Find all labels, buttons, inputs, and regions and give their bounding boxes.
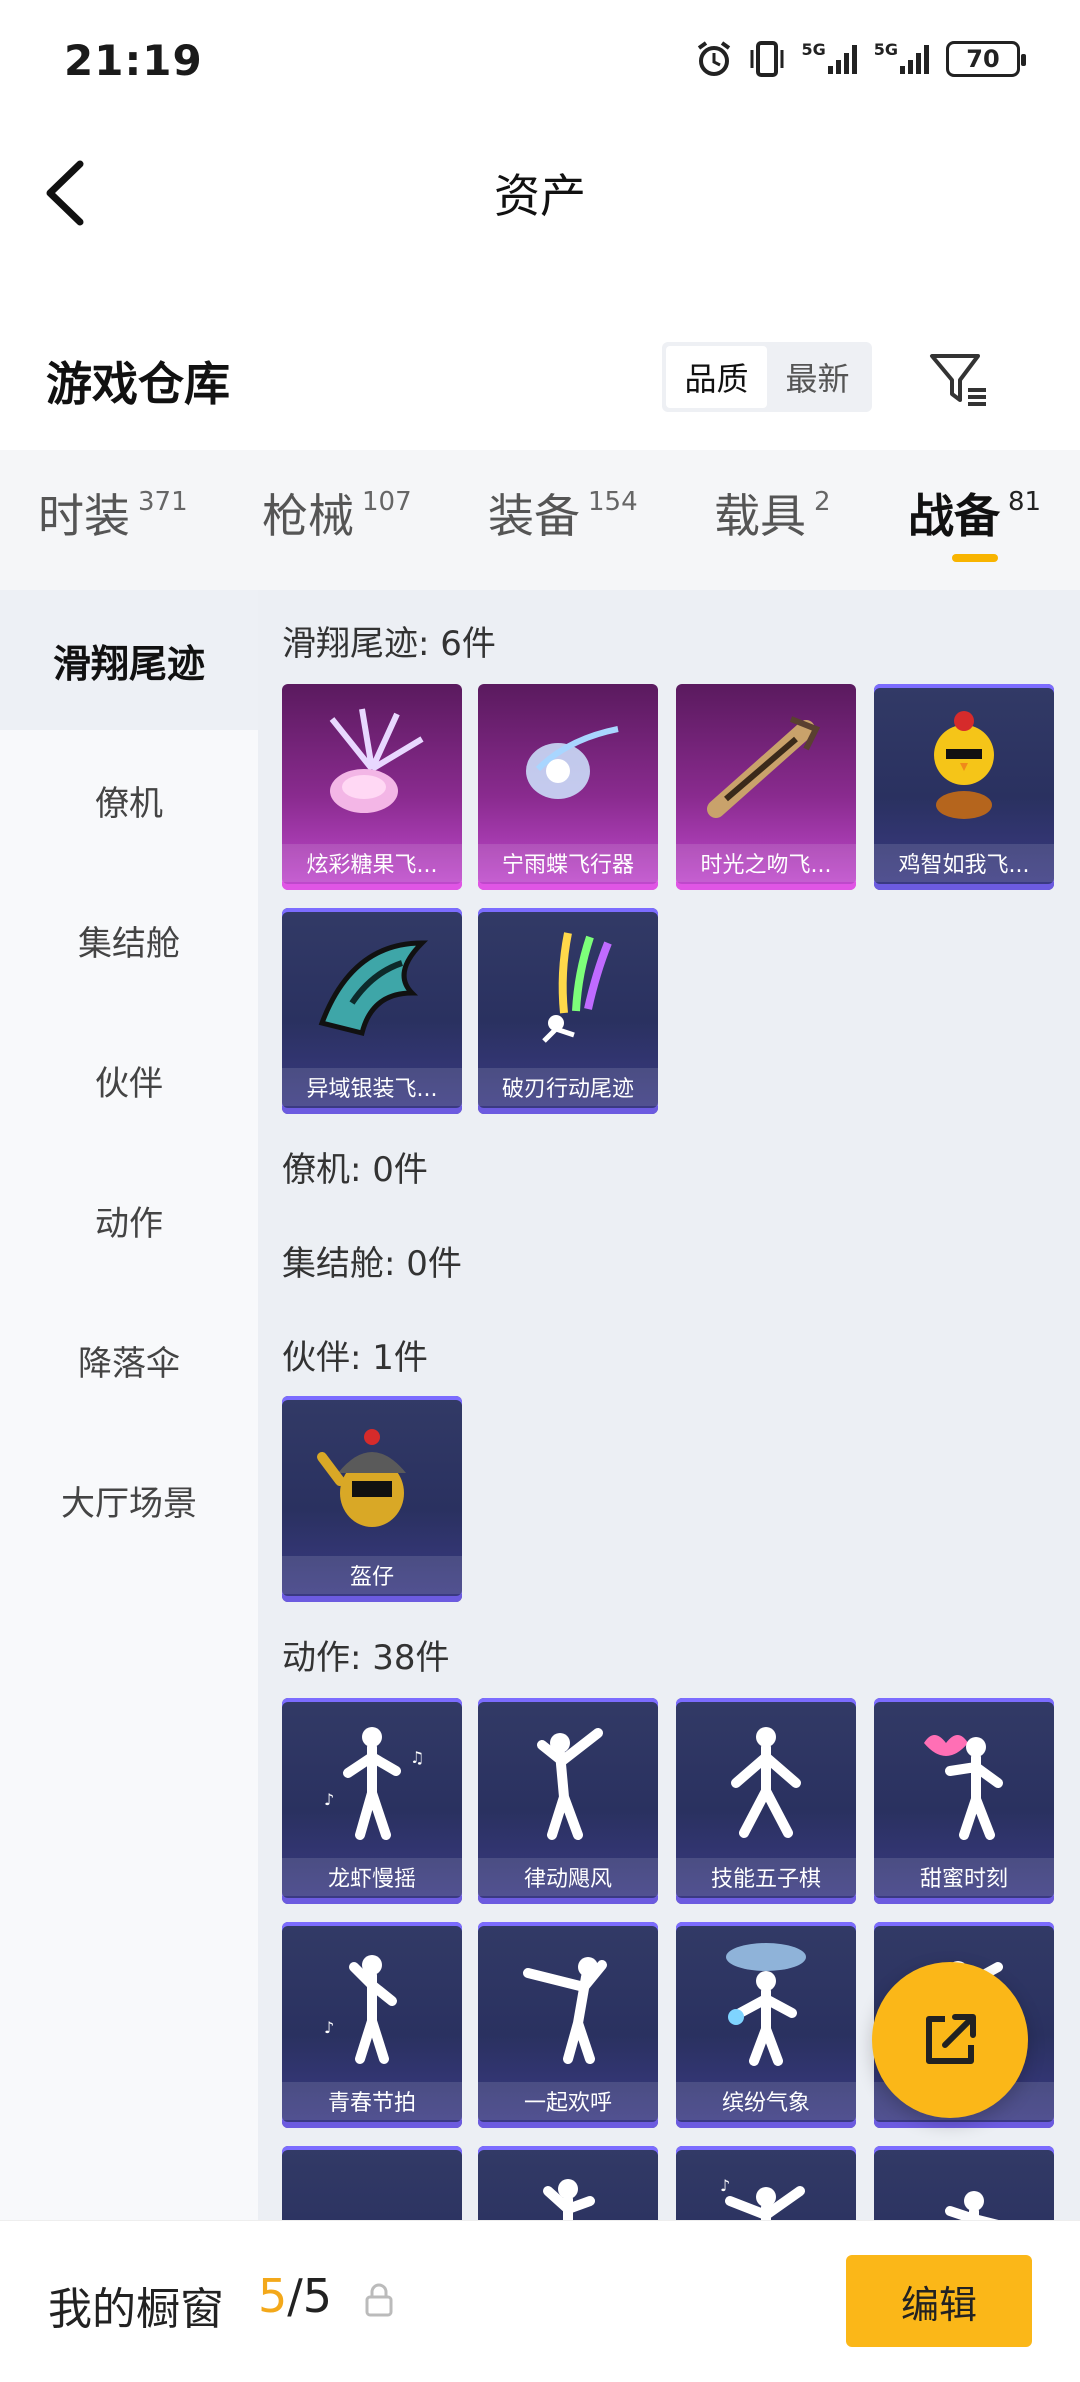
lock-icon <box>364 2283 394 2317</box>
item-card[interactable]: 破刃行动尾迹 <box>478 908 658 1114</box>
section-title-partner: 伙伴: 1件 <box>282 1338 428 1378</box>
svg-text:♪: ♪ <box>324 2018 334 2037</box>
filter-icon <box>930 354 986 406</box>
status-icons: 5G 5G 70 <box>695 40 1026 78</box>
status-bar: 21:19 5G 5G 70 <box>0 0 1080 120</box>
alarm-icon <box>695 40 733 78</box>
share-button[interactable] <box>872 1962 1028 2118</box>
item-card[interactable]: 律动飓风 <box>478 1698 658 1904</box>
item-card[interactable]: 一起欢呼 <box>478 1922 658 2128</box>
item-card[interactable] <box>478 2146 658 2220</box>
item-card[interactable]: 缤纷气象 <box>676 1922 856 2128</box>
svg-text:♪: ♪ <box>720 2176 730 2195</box>
showcase-bar: 我的橱窗 5/5 编辑 <box>0 2220 1080 2382</box>
sidebar-item-lobby-scene[interactable]: 大厅场景 <box>0 1430 258 1570</box>
chicken-glider-icon <box>874 684 1054 844</box>
time-kiss-glider-icon <box>676 684 856 844</box>
sort-quality[interactable]: 品质 <box>666 346 767 408</box>
sort-toggle: 品质 最新 <box>662 342 872 412</box>
item-card[interactable]: ♪ 青春节拍 <box>282 1922 462 2128</box>
sidebar-item-pod[interactable]: 集结舱 <box>0 870 258 1010</box>
edit-button[interactable]: 编辑 <box>846 2255 1032 2347</box>
showcase-count: 5/5 <box>258 2269 333 2323</box>
sidebar-item-glide-trail[interactable]: 滑翔尾迹 <box>0 590 258 730</box>
item-card[interactable]: ♪ <box>676 2146 856 2220</box>
filter-button[interactable] <box>926 346 992 412</box>
emote-figure-icon: ♪ <box>676 2146 856 2220</box>
sidebar-item-parachute[interactable]: 降落伞 <box>0 1290 258 1430</box>
category-tabs: 时装 371 枪械 107 装备 154 载具 2 战备 81 <box>0 450 1080 590</box>
signal-icon-2: 5G <box>874 40 932 76</box>
section-title-glide: 滑翔尾迹: 6件 <box>282 624 496 664</box>
warehouse-title: 游戏仓库 <box>46 357 230 411</box>
sort-newest[interactable]: 最新 <box>767 346 868 408</box>
tab-readiness[interactable]: 战备 81 <box>908 480 1041 546</box>
emote-figure-icon <box>478 1922 658 2082</box>
item-card[interactable]: 炫彩糖果飞... <box>282 684 462 890</box>
item-card[interactable]: 甜蜜时刻 <box>874 1698 1054 1904</box>
helmet-chick-icon <box>282 1396 462 1556</box>
section-title-emote: 动作: 38件 <box>282 1638 450 1678</box>
sidebar-item-emote[interactable]: 动作 <box>0 1150 258 1290</box>
emote-figure-icon <box>676 1922 856 2082</box>
tab-active-indicator <box>952 554 998 562</box>
section-title-pod: 集结舱: 0件 <box>282 1244 462 1284</box>
section-title-wingman: 僚机: 0件 <box>282 1150 428 1190</box>
vibrate-icon <box>747 40 787 78</box>
item-card[interactable]: ♪ ♫ 龙虾慢摇 <box>282 1698 462 1904</box>
emote-figure-icon: ♪ ♫ <box>282 1698 462 1858</box>
warehouse-header: 游戏仓库 品质 最新 <box>0 320 1080 440</box>
svg-text:♫: ♫ <box>410 1748 424 1767</box>
item-card[interactable]: 盔仔 <box>282 1396 462 1602</box>
item-card[interactable]: 宁雨蝶飞行器 <box>478 684 658 890</box>
sidebar-item-wingman[interactable]: 僚机 <box>0 730 258 870</box>
item-card[interactable]: 异域银装飞... <box>282 908 462 1114</box>
candy-glider-icon <box>282 684 462 844</box>
tab-fashion[interactable]: 时装 371 <box>38 480 188 546</box>
item-card[interactable] <box>282 2146 462 2220</box>
share-icon <box>926 2014 976 2064</box>
blade-ops-trail-icon <box>478 908 658 1068</box>
status-time: 21:19 <box>64 36 203 85</box>
emote-figure-icon <box>874 2146 1054 2220</box>
exotic-silver-glider-icon <box>282 908 462 1068</box>
battery-icon: 70 <box>946 41 1026 77</box>
signal-icon-1: 5G <box>801 40 859 76</box>
emote-figure-icon <box>478 2146 658 2220</box>
tab-guns[interactable]: 枪械 107 <box>262 480 412 546</box>
emote-figure-icon <box>282 2146 462 2220</box>
item-card[interactable]: 鸡智如我飞... <box>874 684 1054 890</box>
svg-text:♪: ♪ <box>324 1790 334 1809</box>
tab-vehicles[interactable]: 载具 2 <box>714 480 831 546</box>
item-card[interactable] <box>874 2146 1054 2220</box>
emote-figure-icon <box>478 1698 658 1858</box>
sidebar-item-partner[interactable]: 伙伴 <box>0 1010 258 1150</box>
showcase-label: 我的橱窗 <box>48 2284 224 2335</box>
category-sidebar: 滑翔尾迹 僚机 集结舱 伙伴 动作 降落伞 大厅场景 <box>0 590 258 2220</box>
emote-figure-icon <box>874 1698 1054 1858</box>
nav-bar: 资产 <box>0 120 1080 260</box>
emote-figure-icon <box>676 1698 856 1858</box>
emote-figure-icon: ♪ <box>282 1922 462 2082</box>
tab-equipment[interactable]: 装备 154 <box>488 480 638 546</box>
item-card[interactable]: 技能五子棋 <box>676 1698 856 1904</box>
page-title: 资产 <box>494 169 586 223</box>
butterfly-glider-icon <box>478 684 658 844</box>
item-card[interactable]: 时光之吻飞... <box>676 684 856 890</box>
